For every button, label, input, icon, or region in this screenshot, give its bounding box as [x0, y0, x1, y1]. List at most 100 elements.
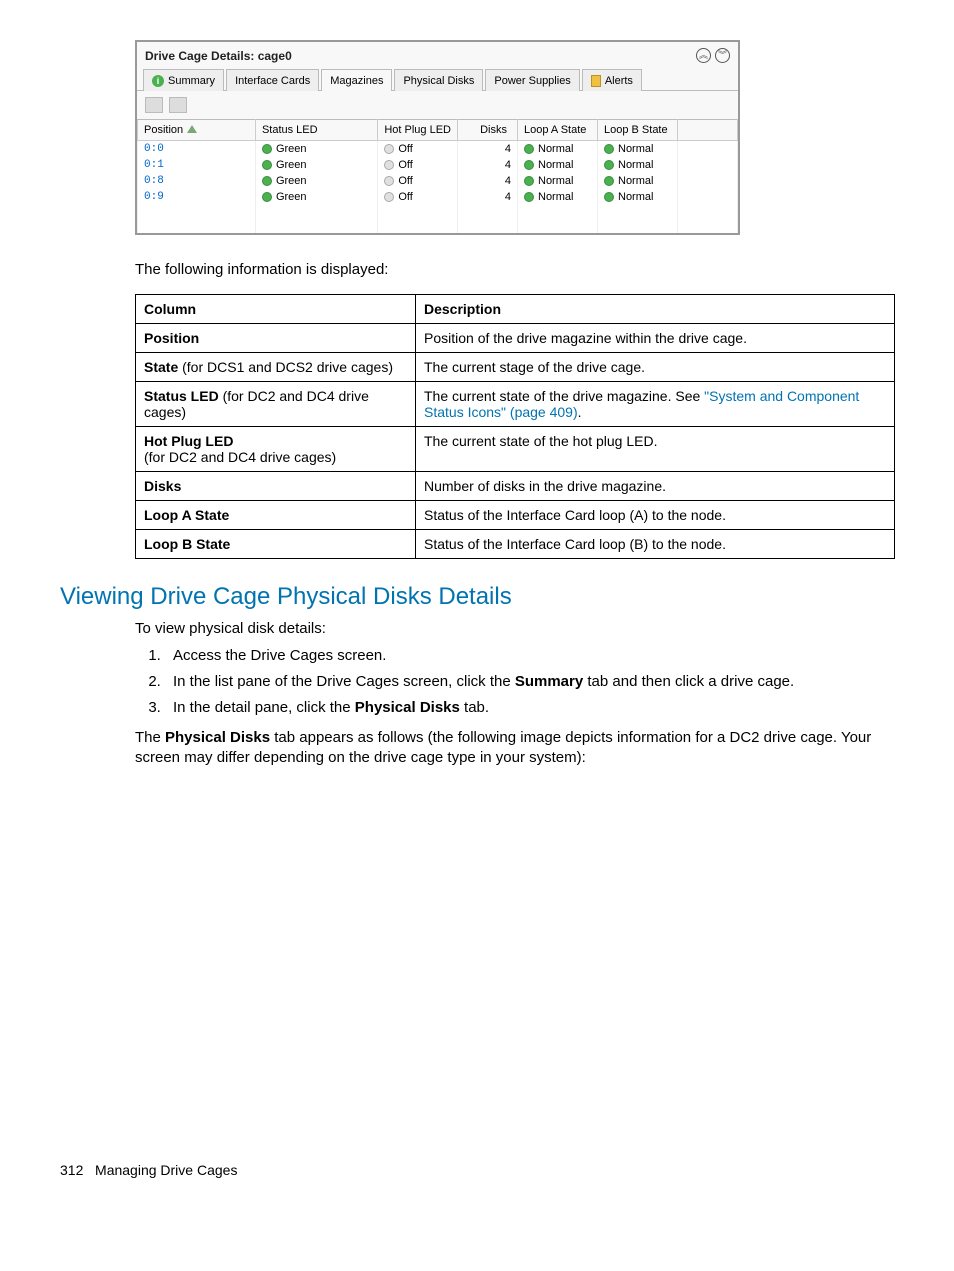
- cell-status-led: Green: [255, 157, 377, 173]
- def-desc-position: Position of the drive magazine within th…: [416, 324, 895, 353]
- table-row[interactable]: 0:8GreenOff4NormalNormal: [138, 173, 738, 189]
- header-text: Hot Plug LED: [384, 124, 451, 136]
- tab-power-supplies[interactable]: Power Supplies: [485, 69, 579, 91]
- cell-status-led: Green: [255, 189, 377, 233]
- status-dot-green-icon: [524, 192, 534, 202]
- def-cell-loop-a: Loop A State: [136, 501, 416, 530]
- cell-position: 0:0: [138, 141, 256, 158]
- collapse-down-icon[interactable]: ︾: [715, 48, 730, 63]
- status-dot-green-icon: [604, 192, 614, 202]
- def-desc-status-led: The current state of the drive magazine.…: [416, 382, 895, 427]
- def-cell-loop-b: Loop B State: [136, 530, 416, 559]
- cell-spacer: [678, 141, 738, 158]
- toolbar-button-1[interactable]: [145, 97, 163, 113]
- status-dot-off-icon: [384, 160, 394, 170]
- tab-label: Alerts: [605, 75, 633, 87]
- panel-title: Drive Cage Details: cage0: [145, 49, 692, 63]
- status-dot-off-icon: [384, 176, 394, 186]
- tab-magazines[interactable]: Magazines: [321, 69, 392, 91]
- def-cell-status-led: Status LED (for DC2 and DC4 drive cages): [136, 382, 416, 427]
- tab-label: Magazines: [330, 75, 383, 87]
- cell-loop-b: Normal: [598, 157, 678, 173]
- def-desc-state: The current stage of the drive cage.: [416, 353, 895, 382]
- col-loop-a[interactable]: Loop A State: [518, 120, 598, 141]
- status-dot-green-icon: [262, 192, 272, 202]
- step-1: Access the Drive Cages screen.: [165, 644, 894, 668]
- tab-interface-cards[interactable]: Interface Cards: [226, 69, 319, 91]
- cell-loop-b: Normal: [598, 189, 678, 233]
- collapse-up-icon[interactable]: ︽: [696, 48, 711, 63]
- step-3: In the detail pane, click the Physical D…: [165, 696, 894, 720]
- status-dot-green-icon: [524, 160, 534, 170]
- status-dot-green-icon: [524, 176, 534, 186]
- def-desc-loop-a: Status of the Interface Card loop (A) to…: [416, 501, 895, 530]
- col-loop-b[interactable]: Loop B State: [598, 120, 678, 141]
- status-dot-green-icon: [604, 144, 614, 154]
- page-number: 312: [60, 1162, 83, 1178]
- cell-loop-a: Normal: [518, 173, 598, 189]
- status-dot-green-icon: [262, 144, 272, 154]
- def-cell-disks: Disks: [136, 472, 416, 501]
- section-heading: Viewing Drive Cage Physical Disks Detail…: [60, 583, 894, 611]
- closing-paragraph: The Physical Disks tab appears as follow…: [135, 728, 894, 769]
- status-dot-green-icon: [604, 160, 614, 170]
- tab-label: Physical Disks: [403, 75, 474, 87]
- magazines-table: Position Status LED Hot Plug LED Disks L…: [137, 119, 738, 233]
- footer-label: Managing Drive Cages: [95, 1162, 237, 1178]
- cell-status-led: Green: [255, 141, 377, 158]
- tab-physical-disks[interactable]: Physical Disks: [394, 69, 483, 91]
- table-row[interactable]: 0:9GreenOff4NormalNormal: [138, 189, 738, 233]
- def-desc-loop-b: Status of the Interface Card loop (B) to…: [416, 530, 895, 559]
- cell-hot-plug: Off: [378, 173, 458, 189]
- def-desc-disks: Number of disks in the drive magazine.: [416, 472, 895, 501]
- cell-position: 0:8: [138, 173, 256, 189]
- col-disks[interactable]: Disks: [458, 120, 518, 141]
- table-row[interactable]: 0:0GreenOff4NormalNormal: [138, 141, 738, 158]
- tab-alerts[interactable]: Alerts: [582, 69, 642, 91]
- cell-disks: 4: [458, 173, 518, 189]
- cell-position: 0:9: [138, 189, 256, 233]
- cell-disks: 4: [458, 189, 518, 233]
- cell-disks: 4: [458, 157, 518, 173]
- def-header-description: Description: [416, 295, 895, 324]
- cell-hot-plug: Off: [378, 157, 458, 173]
- cell-spacer: [678, 157, 738, 173]
- intro-paragraph: The following information is displayed:: [135, 260, 894, 280]
- table-row[interactable]: 0:1GreenOff4NormalNormal: [138, 157, 738, 173]
- col-hot-plug-led[interactable]: Hot Plug LED: [378, 120, 458, 141]
- status-dot-off-icon: [384, 144, 394, 154]
- cell-disks: 4: [458, 141, 518, 158]
- def-cell-hot-plug: Hot Plug LED(for DC2 and DC4 drive cages…: [136, 427, 416, 472]
- tab-row: i Summary Interface Cards Magazines Phys…: [137, 67, 738, 91]
- cell-spacer: [678, 173, 738, 189]
- cell-hot-plug: Off: [378, 189, 458, 233]
- def-cell-position: Position: [136, 324, 416, 353]
- cell-loop-a: Normal: [518, 189, 598, 233]
- drive-cage-details-panel: Drive Cage Details: cage0 ︽ ︾ i Summary …: [135, 40, 740, 235]
- sort-ascending-icon: [187, 125, 197, 133]
- cell-hot-plug: Off: [378, 141, 458, 158]
- status-dot-green-icon: [524, 144, 534, 154]
- status-dot-off-icon: [384, 192, 394, 202]
- header-text: Loop A State: [524, 124, 586, 136]
- tab-summary[interactable]: i Summary: [143, 69, 224, 91]
- cell-loop-a: Normal: [518, 157, 598, 173]
- col-status-led[interactable]: Status LED: [255, 120, 377, 141]
- tab-label: Power Supplies: [494, 75, 570, 87]
- header-text: Position: [144, 124, 183, 136]
- step-2: In the list pane of the Drive Cages scre…: [165, 670, 894, 694]
- cell-loop-a: Normal: [518, 141, 598, 158]
- toolbar-button-2[interactable]: [169, 97, 187, 113]
- def-header-column: Column: [136, 295, 416, 324]
- bell-icon: [591, 75, 601, 87]
- cell-spacer: [678, 189, 738, 233]
- page-footer: 312 Managing Drive Cages: [60, 782, 894, 1178]
- status-dot-green-icon: [262, 160, 272, 170]
- cell-status-led: Green: [255, 173, 377, 189]
- def-cell-state: State (for DCS1 and DCS2 drive cages): [136, 353, 416, 382]
- col-position[interactable]: Position: [138, 120, 256, 141]
- info-icon: i: [152, 75, 164, 87]
- tab-label: Interface Cards: [235, 75, 310, 87]
- cell-loop-b: Normal: [598, 173, 678, 189]
- tab-summary-label: Summary: [168, 75, 215, 87]
